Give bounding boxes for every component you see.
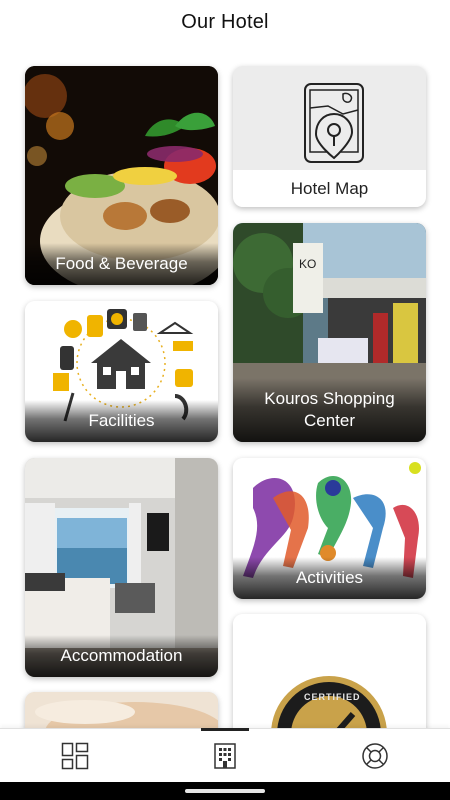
home-indicator[interactable] [185,789,265,793]
map-pin-icon [304,83,364,163]
card-label: Kouros Shopping Center [233,378,426,442]
page-title: Our Hotel [181,10,269,33]
badge-text: CERTIFIED [304,692,361,702]
card-certified[interactable]: CERTIFIED [233,614,426,744]
system-navigation-bar [0,782,450,800]
nav-support[interactable] [335,729,415,783]
card-facilities[interactable]: Facilities [25,301,218,442]
certified-badge-icon: CERTIFIED [233,614,426,744]
card-kouros-shopping[interactable]: KO Kouros Shopping Center [233,223,426,442]
card-accommodation[interactable]: Accommodation [25,458,218,677]
card-label: Activities [233,557,426,599]
card-label: Accommodation [25,635,218,677]
nav-dashboard[interactable] [35,729,115,783]
lifebuoy-icon [362,742,388,769]
app-header: Our Hotel [0,0,450,52]
bottom-navigation [0,727,450,783]
card-label: Food & Beverage [25,243,218,285]
card-label: Hotel Map [233,170,426,207]
svg-text:KO: KO [299,257,316,271]
card-food-beverage[interactable]: Food & Beverage [25,66,218,285]
card-label: Facilities [25,400,218,442]
nav-hotel[interactable] [185,727,265,783]
card-hotel-map[interactable]: Hotel Map [233,66,426,207]
card-activities[interactable]: Activities [233,458,426,599]
grid-layout-icon [61,742,89,769]
building-icon [214,742,236,769]
